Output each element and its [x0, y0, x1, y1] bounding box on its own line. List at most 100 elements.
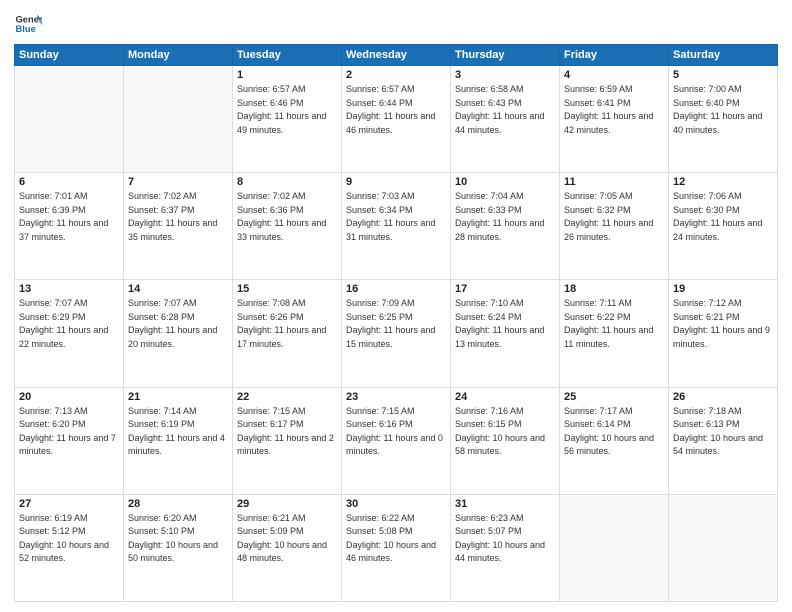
calendar-cell: 13 Sunrise: 7:07 AM Sunset: 6:29 PM Dayli…: [15, 280, 124, 387]
day-info: Sunrise: 7:14 AM Sunset: 6:19 PM Dayligh…: [128, 405, 228, 459]
day-number: 30: [346, 498, 446, 510]
day-number: 7: [128, 176, 228, 188]
calendar-cell: 11 Sunrise: 7:05 AM Sunset: 6:32 PM Dayli…: [560, 173, 669, 280]
day-number: 22: [237, 391, 337, 403]
calendar-cell: 30 Sunrise: 6:22 AM Sunset: 5:08 PM Dayli…: [342, 494, 451, 601]
day-info: Sunrise: 7:18 AM Sunset: 6:13 PM Dayligh…: [673, 405, 773, 459]
calendar-cell: 7 Sunrise: 7:02 AM Sunset: 6:37 PM Daylig…: [124, 173, 233, 280]
day-info: Sunrise: 7:11 AM Sunset: 6:22 PM Dayligh…: [564, 297, 664, 351]
calendar-cell: 15 Sunrise: 7:08 AM Sunset: 6:26 PM Dayli…: [233, 280, 342, 387]
day-info: Sunrise: 7:06 AM Sunset: 6:30 PM Dayligh…: [673, 190, 773, 244]
page: General Blue SundayMondayTuesdayWednesda…: [0, 0, 792, 612]
calendar-cell: 5Sunrise: 7:00 AM Sunset: 6:40 PM Daylig…: [669, 66, 778, 173]
day-info: Sunrise: 6:21 AM Sunset: 5:09 PM Dayligh…: [237, 512, 337, 566]
calendar-cell: [124, 66, 233, 173]
calendar-cell: 22 Sunrise: 7:15 AM Sunset: 6:17 PM Dayli…: [233, 387, 342, 494]
day-number: 6: [19, 176, 119, 188]
day-info: Sunrise: 7:01 AM Sunset: 6:39 PM Dayligh…: [19, 190, 119, 244]
day-info: Sunrise: 7:15 AM Sunset: 6:16 PM Dayligh…: [346, 405, 446, 459]
day-info: Sunrise: 7:13 AM Sunset: 6:20 PM Dayligh…: [19, 405, 119, 459]
calendar-cell: 21 Sunrise: 7:14 AM Sunset: 6:19 PM Dayli…: [124, 387, 233, 494]
day-info: Sunrise: 7:04 AM Sunset: 6:33 PM Dayligh…: [455, 190, 555, 244]
calendar-cell: 24 Sunrise: 7:16 AM Sunset: 6:15 PM Dayli…: [451, 387, 560, 494]
calendar-cell: [15, 66, 124, 173]
calendar-cell: [669, 494, 778, 601]
calendar-cell: 9 Sunrise: 7:03 AM Sunset: 6:34 PM Daylig…: [342, 173, 451, 280]
day-info: Sunrise: 6:23 AM Sunset: 5:07 PM Dayligh…: [455, 512, 555, 566]
day-info: Sunrise: 7:16 AM Sunset: 6:15 PM Dayligh…: [455, 405, 555, 459]
calendar-cell: 23 Sunrise: 7:15 AM Sunset: 6:16 PM Dayli…: [342, 387, 451, 494]
day-number: 3: [455, 69, 555, 81]
day-info: Sunrise: 7:12 AM Sunset: 6:21 PM Dayligh…: [673, 297, 773, 351]
week-row-3: 20 Sunrise: 7:13 AM Sunset: 6:20 PM Dayli…: [15, 387, 778, 494]
week-row-0: 1Sunrise: 6:57 AM Sunset: 6:46 PM Daylig…: [15, 66, 778, 173]
calendar-cell: 27Sunrise: 6:19 AM Sunset: 5:12 PM Dayli…: [15, 494, 124, 601]
day-number: 26: [673, 391, 773, 403]
day-number: 4: [564, 69, 664, 81]
calendar-cell: 10 Sunrise: 7:04 AM Sunset: 6:33 PM Dayli…: [451, 173, 560, 280]
day-number: 27: [19, 498, 119, 510]
calendar-table: SundayMondayTuesdayWednesdayThursdayFrid…: [14, 44, 778, 602]
calendar-cell: 16 Sunrise: 7:09 AM Sunset: 6:25 PM Dayli…: [342, 280, 451, 387]
day-number: 13: [19, 283, 119, 295]
day-number: 15: [237, 283, 337, 295]
day-info: Sunrise: 6:58 AM Sunset: 6:43 PM Dayligh…: [455, 83, 555, 137]
calendar-cell: [560, 494, 669, 601]
day-number: 10: [455, 176, 555, 188]
calendar-cell: 31Sunrise: 6:23 AM Sunset: 5:07 PM Dayli…: [451, 494, 560, 601]
day-number: 28: [128, 498, 228, 510]
calendar-cell: 1Sunrise: 6:57 AM Sunset: 6:46 PM Daylig…: [233, 66, 342, 173]
day-number: 9: [346, 176, 446, 188]
weekday-header-wednesday: Wednesday: [342, 45, 451, 66]
calendar-cell: 26 Sunrise: 7:18 AM Sunset: 6:13 PM Dayli…: [669, 387, 778, 494]
day-number: 23: [346, 391, 446, 403]
weekday-header-thursday: Thursday: [451, 45, 560, 66]
logo-icon: General Blue: [14, 10, 42, 38]
weekday-header-sunday: Sunday: [15, 45, 124, 66]
weekday-header-tuesday: Tuesday: [233, 45, 342, 66]
day-number: 21: [128, 391, 228, 403]
day-number: 18: [564, 283, 664, 295]
day-info: Sunrise: 6:22 AM Sunset: 5:08 PM Dayligh…: [346, 512, 446, 566]
day-info: Sunrise: 6:57 AM Sunset: 6:46 PM Dayligh…: [237, 83, 337, 137]
calendar-cell: 8Sunrise: 7:02 AM Sunset: 6:36 PM Daylig…: [233, 173, 342, 280]
day-number: 24: [455, 391, 555, 403]
day-number: 12: [673, 176, 773, 188]
day-info: Sunrise: 7:10 AM Sunset: 6:24 PM Dayligh…: [455, 297, 555, 351]
day-number: 11: [564, 176, 664, 188]
day-number: 14: [128, 283, 228, 295]
weekday-header-saturday: Saturday: [669, 45, 778, 66]
week-row-2: 13 Sunrise: 7:07 AM Sunset: 6:29 PM Dayli…: [15, 280, 778, 387]
calendar-cell: 28 Sunrise: 6:20 AM Sunset: 5:10 PM Dayli…: [124, 494, 233, 601]
day-number: 29: [237, 498, 337, 510]
day-number: 25: [564, 391, 664, 403]
day-info: Sunrise: 7:07 AM Sunset: 6:29 PM Dayligh…: [19, 297, 119, 351]
day-number: 20: [19, 391, 119, 403]
day-info: Sunrise: 7:08 AM Sunset: 6:26 PM Dayligh…: [237, 297, 337, 351]
day-info: Sunrise: 7:17 AM Sunset: 6:14 PM Dayligh…: [564, 405, 664, 459]
calendar-cell: 19 Sunrise: 7:12 AM Sunset: 6:21 PM Dayli…: [669, 280, 778, 387]
calendar-cell: 25 Sunrise: 7:17 AM Sunset: 6:14 PM Dayli…: [560, 387, 669, 494]
day-info: Sunrise: 7:09 AM Sunset: 6:25 PM Dayligh…: [346, 297, 446, 351]
day-info: Sunrise: 7:03 AM Sunset: 6:34 PM Dayligh…: [346, 190, 446, 244]
calendar-cell: 29 Sunrise: 6:21 AM Sunset: 5:09 PM Dayli…: [233, 494, 342, 601]
week-row-1: 6 Sunrise: 7:01 AM Sunset: 6:39 PM Daylig…: [15, 173, 778, 280]
calendar-cell: 18 Sunrise: 7:11 AM Sunset: 6:22 PM Dayli…: [560, 280, 669, 387]
calendar-cell: 12 Sunrise: 7:06 AM Sunset: 6:30 PM Dayli…: [669, 173, 778, 280]
day-info: Sunrise: 7:02 AM Sunset: 6:37 PM Dayligh…: [128, 190, 228, 244]
calendar-cell: 2Sunrise: 6:57 AM Sunset: 6:44 PM Daylig…: [342, 66, 451, 173]
day-info: Sunrise: 7:00 AM Sunset: 6:40 PM Dayligh…: [673, 83, 773, 137]
day-info: Sunrise: 7:05 AM Sunset: 6:32 PM Dayligh…: [564, 190, 664, 244]
day-info: Sunrise: 7:15 AM Sunset: 6:17 PM Dayligh…: [237, 405, 337, 459]
day-number: 19: [673, 283, 773, 295]
calendar-cell: 4Sunrise: 6:59 AM Sunset: 6:41 PM Daylig…: [560, 66, 669, 173]
day-number: 2: [346, 69, 446, 81]
day-number: 16: [346, 283, 446, 295]
calendar-cell: 20 Sunrise: 7:13 AM Sunset: 6:20 PM Dayli…: [15, 387, 124, 494]
day-info: Sunrise: 7:07 AM Sunset: 6:28 PM Dayligh…: [128, 297, 228, 351]
day-info: Sunrise: 6:20 AM Sunset: 5:10 PM Dayligh…: [128, 512, 228, 566]
day-info: Sunrise: 7:02 AM Sunset: 6:36 PM Dayligh…: [237, 190, 337, 244]
weekday-header-friday: Friday: [560, 45, 669, 66]
calendar-cell: 6 Sunrise: 7:01 AM Sunset: 6:39 PM Daylig…: [15, 173, 124, 280]
logo: General Blue: [14, 10, 46, 38]
